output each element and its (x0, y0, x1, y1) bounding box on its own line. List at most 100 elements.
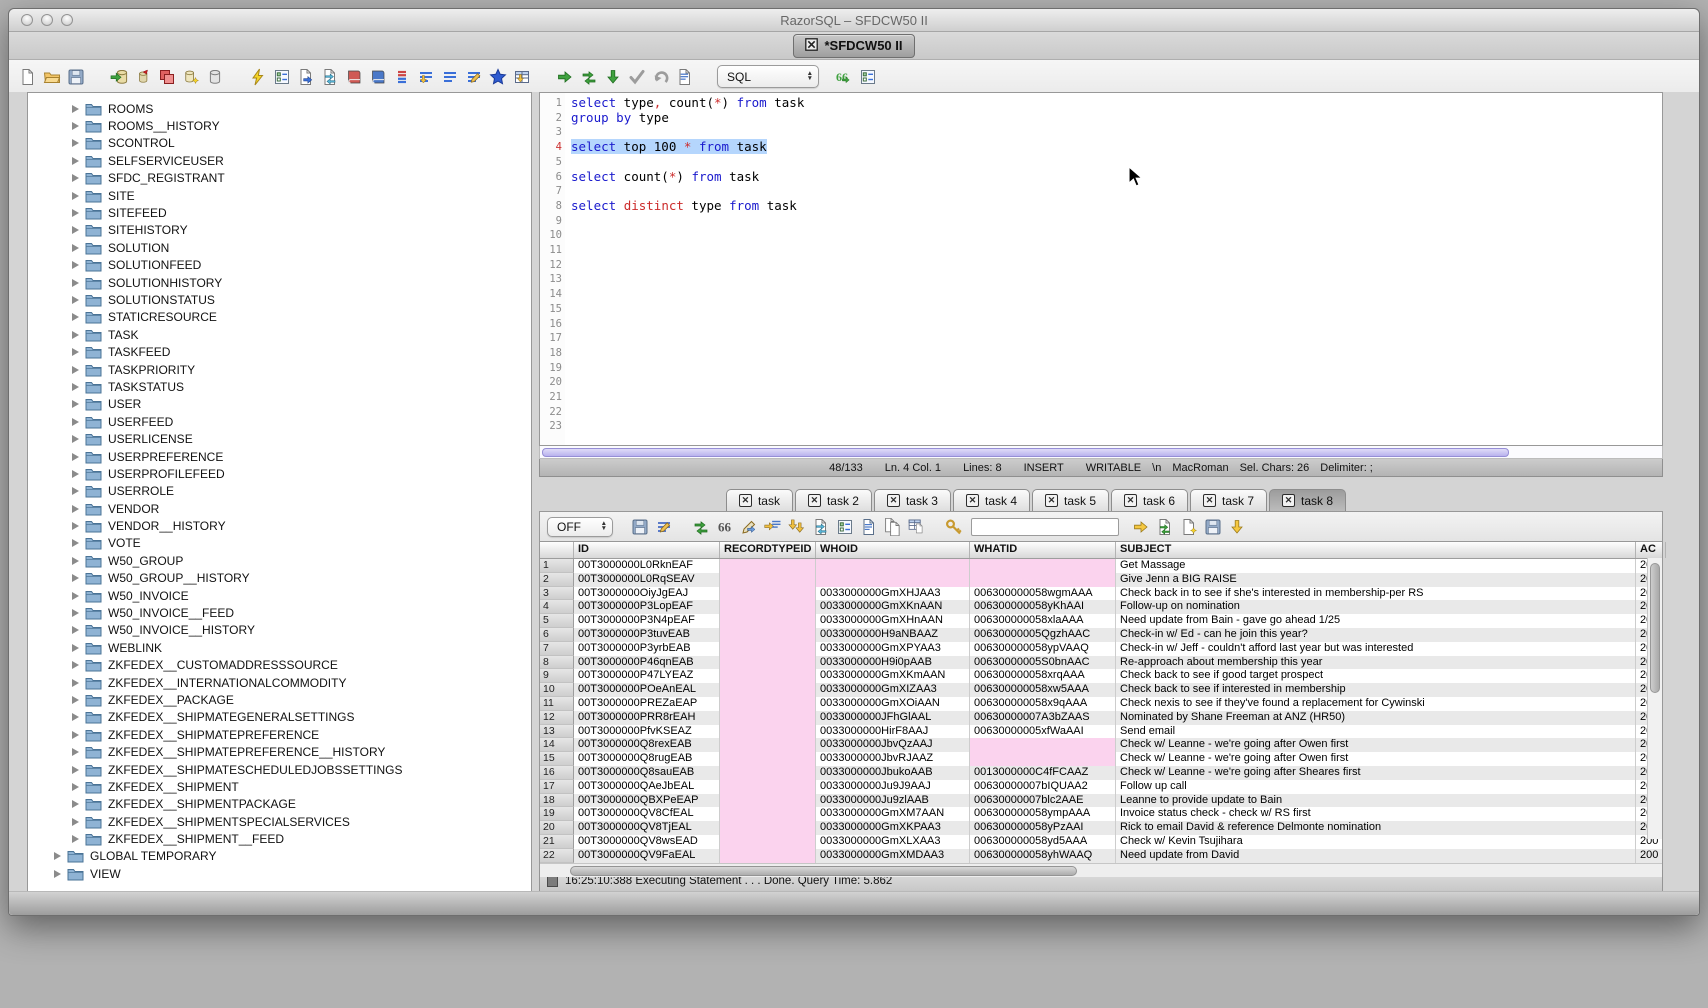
cell-subject[interactable]: Check w/ Leanne - we're going after Owen… (1116, 738, 1636, 752)
tree-table-userfeed[interactable]: USERFEED (28, 413, 531, 430)
disclosure-triangle-icon[interactable] (72, 418, 79, 426)
cell-whoid[interactable]: 0033000000GmXPYAA3 (816, 642, 970, 656)
cell-subject[interactable]: Send email (1116, 725, 1636, 739)
view-log-icon[interactable] (674, 66, 695, 87)
disclosure-triangle-icon[interactable] (72, 400, 79, 408)
disclosure-triangle-icon[interactable] (72, 818, 79, 826)
database-icon[interactable] (204, 66, 225, 87)
disclosure-triangle-icon[interactable] (72, 279, 79, 287)
cell-recordtypeid[interactable] (720, 573, 816, 587)
code-line[interactable] (571, 125, 1662, 140)
tree-table-w50-group-history[interactable]: W50_GROUP__HISTORY (28, 570, 531, 587)
tree-table-zkfedex-internationalcommodity[interactable]: ZKFEDEX__INTERNATIONALCOMMODITY (28, 674, 531, 691)
report-icon[interactable] (858, 516, 879, 537)
copy-grid-icon[interactable] (906, 516, 927, 537)
reference-book-icon[interactable] (343, 66, 364, 87)
result-tab-task-6[interactable]: ✕task 6 (1111, 489, 1188, 511)
close-tab-icon[interactable]: ✕ (1203, 494, 1216, 507)
tree-table-sfdc-registrant[interactable]: SFDC_REGISTRANT (28, 170, 531, 187)
row-number[interactable]: 11 (540, 697, 574, 711)
cell-recordtypeid[interactable] (720, 725, 816, 739)
cell-whatid[interactable]: 006300000058xw5AAA (970, 683, 1116, 697)
tree-table-scontrol[interactable]: SCONTROL (28, 135, 531, 152)
cell-whatid[interactable]: 006300000058x9qAAA (970, 697, 1116, 711)
cell-subject[interactable]: Check nexis to see if they've found a re… (1116, 697, 1636, 711)
format-sql-icon[interactable] (415, 66, 436, 87)
cell-whatid[interactable]: 006300000058xrqAAA (970, 669, 1116, 683)
tree-table-taskpriority[interactable]: TASKPRIORITY (28, 361, 531, 378)
cell-whatid[interactable]: 006300000058yd5AAA (970, 835, 1116, 849)
language-select[interactable]: SQL ▲▼ (717, 65, 819, 88)
close-tab-icon[interactable]: ✕ (1124, 494, 1137, 507)
close-button[interactable] (21, 14, 33, 26)
align-icon[interactable] (439, 66, 460, 87)
close-tab-icon[interactable]: ✕ (1282, 494, 1295, 507)
cell-whatid[interactable] (970, 738, 1116, 752)
tree-table-userprofilefeed[interactable]: USERPROFILEFEED (28, 465, 531, 482)
cell-whoid[interactable] (816, 573, 970, 587)
split-divider[interactable] (532, 92, 539, 892)
close-tab-icon[interactable]: ✕ (739, 494, 752, 507)
cell-subject[interactable]: Follow up call (1116, 780, 1636, 794)
cell-subject[interactable]: Need update from Bain - gave go ahead 1/… (1116, 614, 1636, 628)
search-input[interactable] (971, 518, 1119, 536)
cell-whoid[interactable]: 0033000000GmXKnAAN (816, 600, 970, 614)
disclosure-triangle-icon[interactable] (72, 539, 79, 547)
cell-subject[interactable]: Check w/ Kevin Tsujihara (1116, 835, 1636, 849)
cell-whoid[interactable]: 0033000000Ju9zlAAB (816, 794, 970, 808)
cell-whoid[interactable]: 0033000000GmXMDAA3 (816, 849, 970, 863)
cell-whoid[interactable]: 0033000000GmXHJAA3 (816, 587, 970, 601)
row-number[interactable]: 22 (540, 849, 574, 863)
tree-table-solution[interactable]: SOLUTION (28, 239, 531, 256)
cell-whoid[interactable]: 0033000000GmXHnAAN (816, 614, 970, 628)
code-line[interactable] (571, 184, 1662, 199)
edit-table-icon[interactable] (511, 66, 532, 87)
cell-ac[interactable]: 200 (1636, 849, 1662, 863)
cell-recordtypeid[interactable] (720, 752, 816, 766)
tree-table-zkfedex-shipment-feed[interactable]: ZKFEDEX__SHIPMENT__FEED (28, 830, 531, 847)
fetch-down-icon[interactable] (602, 66, 623, 87)
edit-cell-icon[interactable] (738, 516, 759, 537)
row-number[interactable]: 16 (540, 766, 574, 780)
tree-table-selfserviceuser[interactable]: SELFSERVICEUSER (28, 152, 531, 169)
disclosure-triangle-icon[interactable] (72, 331, 79, 339)
compare-icon[interactable] (391, 66, 412, 87)
disclosure-triangle-icon[interactable] (72, 731, 79, 739)
code-line[interactable]: group by type (571, 111, 1662, 126)
close-tab-icon[interactable]: ✕ (1045, 494, 1058, 507)
cell-whoid[interactable]: 0033000000JbvQzAAJ (816, 738, 970, 752)
tree-table-zkfedex-shipmatepreference[interactable]: ZKFEDEX__SHIPMATEPREFERENCE (28, 726, 531, 743)
tree-table-zkfedex-shipmentspecialservices[interactable]: ZKFEDEX__SHIPMENTSPECIALSERVICES (28, 813, 531, 830)
tree-table-zkfedex-shipmategeneralsettings[interactable]: ZKFEDEX__SHIPMATEGENERALSETTINGS (28, 709, 531, 726)
cell-id[interactable]: 00T3000000QV8wsEAD (574, 835, 720, 849)
row-number[interactable]: 6 (540, 628, 574, 642)
row-number[interactable]: 13 (540, 725, 574, 739)
column-header-id[interactable]: ID (574, 542, 720, 558)
cell-whatid[interactable]: 00630000007bIQUAA2 (970, 780, 1116, 794)
disclosure-triangle-icon[interactable] (72, 661, 79, 669)
code-line[interactable] (571, 214, 1662, 229)
tree-table-userlicense[interactable]: USERLICENSE (28, 430, 531, 447)
disclosure-triangle-icon[interactable] (72, 226, 79, 234)
cell-whoid[interactable]: 0033000000GmXLXAA3 (816, 835, 970, 849)
disclosure-triangle-icon[interactable] (72, 174, 79, 182)
close-tab-icon[interactable]: ✕ (966, 494, 979, 507)
reload-table-icon[interactable] (810, 516, 831, 537)
disclosure-triangle-icon[interactable] (72, 748, 79, 756)
code-line[interactable]: select type, count(*) from task (571, 96, 1662, 111)
cell-recordtypeid[interactable] (720, 697, 816, 711)
tree-table-user[interactable]: USER (28, 396, 531, 413)
row-number[interactable]: 12 (540, 711, 574, 725)
tree-table-w50-group[interactable]: W50_GROUP (28, 552, 531, 569)
tree-table-zkfedex-customaddresssource[interactable]: ZKFEDEX__CUSTOMADDRESSSOURCE (28, 657, 531, 674)
refresh-results-icon[interactable] (690, 516, 711, 537)
disclosure-triangle-icon[interactable] (72, 609, 79, 617)
disclosure-triangle-icon[interactable] (72, 487, 79, 495)
disclosure-triangle-icon[interactable] (72, 679, 79, 687)
disclosure-triangle-icon[interactable] (72, 835, 79, 843)
cell-recordtypeid[interactable] (720, 559, 816, 573)
cell-subject[interactable]: Re-approach about membership this year (1116, 656, 1636, 670)
disclosure-triangle-icon[interactable] (72, 557, 79, 565)
tree-table-weblink[interactable]: WEBLINK (28, 639, 531, 656)
row-number[interactable]: 1 (540, 559, 574, 573)
